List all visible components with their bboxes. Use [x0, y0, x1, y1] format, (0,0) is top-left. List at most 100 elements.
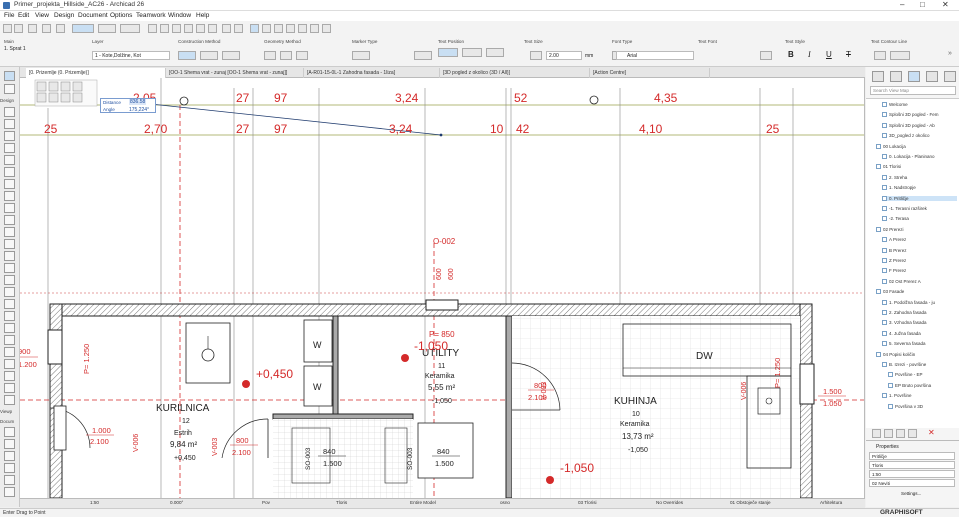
zoom-in-icon[interactable] [196, 24, 205, 33]
close-icon[interactable]: ✕ [942, 0, 949, 9]
prop-row-2[interactable]: Tloris [869, 461, 955, 469]
view-map-icon[interactable] [890, 71, 902, 82]
slab-tool-icon[interactable] [4, 167, 15, 177]
pen-set-value[interactable]: Entire Model [410, 500, 436, 505]
level-dimension-tool-icon[interactable] [4, 359, 15, 369]
select-icon[interactable] [56, 24, 65, 33]
arrow-icon[interactable] [28, 24, 37, 33]
arrow-tool-icon[interactable] [4, 71, 15, 81]
lamp-tool-icon[interactable] [4, 287, 15, 297]
column-tool-icon[interactable] [4, 143, 15, 153]
view-map-item[interactable]: EP Bruto površina [888, 382, 957, 388]
window-tool-icon[interactable] [4, 131, 15, 141]
view-map-item[interactable]: 3. Vzhodna fasada [882, 320, 957, 326]
navigator-more-icon[interactable] [944, 71, 956, 82]
arc-tool-icon[interactable] [4, 439, 15, 449]
view-map-item[interactable]: 3D_pogled z okolico [882, 133, 957, 139]
contour-pen-icon[interactable] [890, 51, 910, 60]
clone-icon[interactable] [884, 429, 893, 438]
magnet-icon[interactable] [274, 24, 283, 33]
prop-row-4[interactable]: 02 Neviti [869, 479, 955, 487]
underline-icon[interactable]: U [826, 50, 832, 59]
tracker-distance-value[interactable]: 836.58 [129, 99, 147, 105]
view-map-item[interactable]: A Prerez [882, 237, 957, 243]
view-map-item[interactable]: Z Prerez [882, 258, 957, 263]
object-tool-icon[interactable] [4, 251, 15, 261]
italic-icon[interactable]: I [808, 50, 811, 59]
view-map-item[interactable]: 00 Lokacija [876, 143, 957, 149]
render-icon[interactable] [322, 24, 331, 33]
navigator-search[interactable]: Search View Map [870, 86, 956, 95]
contour-icon[interactable] [874, 51, 886, 60]
tab-west-facade[interactable]: [A-R01-15-0L-1 Zahodna fasada - 1liza] [304, 68, 440, 78]
text-size-field[interactable]: 2.00 [546, 51, 582, 60]
menu-file[interactable]: File [4, 12, 14, 19]
menu-view[interactable]: View [35, 12, 49, 19]
view-map-item[interactable]: Površina v 3D [888, 403, 957, 409]
construction-method-2-icon[interactable] [200, 51, 218, 60]
wall-tool-icon[interactable] [4, 107, 15, 117]
view-map-item[interactable]: 2. Zahodna fasada [882, 310, 957, 315]
view-map-item[interactable]: 5. Severna fasada [882, 341, 957, 347]
tab-ground-floor[interactable]: [0. Prizemlje (0. Prizemlje)] [26, 68, 166, 78]
morph-tool-icon[interactable] [4, 239, 15, 249]
menu-help[interactable]: Help [196, 12, 209, 19]
view-map-item[interactable]: Welcome [882, 102, 957, 107]
trace-icon[interactable] [310, 24, 319, 33]
tracker-angle-value[interactable]: 175,224° [129, 107, 149, 113]
tab-action-centre[interactable]: [Action Centre] [590, 68, 710, 78]
guide-icon[interactable] [262, 24, 271, 33]
layer-combo-value[interactable]: Pov [262, 500, 270, 505]
tab-3d-view[interactable]: [3D pogled z okolico (3D / All)] [440, 68, 590, 78]
menu-document[interactable]: Document [78, 12, 108, 19]
font-dropdown[interactable]: Arial [616, 51, 694, 60]
view-map-item[interactable]: 03 Fasade [876, 289, 957, 295]
view-map-item[interactable]: 1. Podolžna fasada - ju [882, 299, 957, 305]
delete-icon[interactable]: ✕ [928, 428, 935, 437]
text-position-1-icon[interactable] [438, 48, 458, 57]
scale-value[interactable]: 1:50 [90, 500, 99, 505]
floor-plan-canvas[interactable]: W W 2,05 27 97 3,24 52 4,35 25 [20, 78, 865, 498]
settings-icon[interactable] [908, 429, 917, 438]
line-tool-icon[interactable] [4, 427, 15, 437]
dim-value[interactable]: 03 Tlorisi [578, 500, 597, 505]
view-map-item[interactable]: 0. Lokacija - Planinano [882, 154, 957, 159]
maximize-icon[interactable]: □ [920, 0, 925, 9]
construction-method-1-icon[interactable] [178, 51, 196, 60]
wall-end-tool-icon[interactable] [4, 335, 15, 345]
dimension-tool-icon[interactable] [4, 347, 15, 357]
measure-icon[interactable] [298, 24, 307, 33]
tab-door-schema[interactable]: [OO-1 Shema vrat - zunaj [OO-1 Shema vra… [166, 68, 304, 78]
layout-book-icon[interactable] [908, 71, 920, 82]
geometry-circle-icon[interactable] [296, 51, 308, 60]
view-map-item[interactable]: Površine - EP [888, 372, 957, 378]
opening-tool-icon[interactable] [4, 299, 15, 309]
view-button[interactable] [120, 24, 140, 33]
view-map-item[interactable]: 1. Površine [882, 393, 957, 399]
menu-window[interactable]: Window [168, 12, 191, 19]
pointer-mode-button[interactable] [72, 24, 94, 33]
fill-tool-icon[interactable] [4, 395, 15, 405]
zoom-icon[interactable] [160, 24, 169, 33]
view-map-item[interactable]: 0. Pritličje [882, 195, 957, 201]
publisher-icon[interactable] [926, 71, 938, 82]
prop-row-1[interactable]: Pritličje [869, 452, 955, 460]
view-map-item[interactable]: B Prerez [882, 247, 957, 253]
mesh-tool-icon[interactable] [4, 275, 15, 285]
view-map-item[interactable]: 02 Prerezi [876, 226, 957, 232]
stair-tool-icon[interactable] [4, 203, 15, 213]
text-size-icon[interactable] [530, 51, 542, 60]
discipline-value[interactable]: Arhitektura [820, 500, 842, 505]
marquee-tool-icon[interactable] [4, 84, 15, 94]
view-map-item[interactable]: 02 Ost Prerez A [882, 278, 957, 284]
prop-row-3[interactable]: 1:50 [869, 470, 955, 478]
corner-window-tool-icon[interactable] [4, 323, 15, 333]
view-map-item[interactable]: -2. Terasa [882, 216, 957, 222]
angle-value[interactable]: 0.000° [170, 500, 183, 505]
door-tool-icon[interactable] [4, 119, 15, 129]
view-map-item[interactable]: 04 Popisi količin [876, 351, 957, 357]
curtain-wall-tool-icon[interactable] [4, 227, 15, 237]
bold-icon[interactable]: B [788, 50, 794, 59]
polyline-tool-icon[interactable] [4, 451, 15, 461]
redo-icon[interactable] [14, 24, 23, 33]
